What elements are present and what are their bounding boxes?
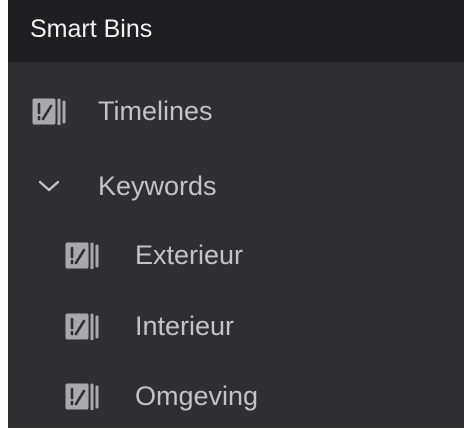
smart-bin-omgeving[interactable]: Omgeving: [8, 368, 464, 424]
panel-title: Smart Bins: [30, 15, 153, 43]
smart-bins-panel: Smart Bins Timelines Keywords Exterieur …: [8, 0, 464, 428]
smart-bin-icon: [65, 313, 99, 340]
chevron-down-icon[interactable]: [37, 178, 61, 194]
smart-bin-exterieur[interactable]: Exterieur: [8, 227, 464, 283]
smart-bin-icon: [65, 383, 99, 410]
keywords-label: Keywords: [98, 171, 217, 201]
smart-bin-timelines[interactable]: Timelines: [8, 83, 464, 139]
smart-bin-label: Exterieur: [135, 240, 244, 270]
smart-bin-label: Timelines: [98, 96, 213, 126]
smart-bin-icon: [65, 242, 99, 269]
smart-bin-label: Interieur: [135, 311, 235, 341]
smart-bin-icon: [32, 98, 66, 125]
smart-bin-interieur[interactable]: Interieur: [8, 298, 464, 354]
screenshot-frame: Smart Bins Timelines Keywords Exterieur …: [0, 0, 464, 428]
panel-header: Smart Bins: [8, 0, 464, 62]
keywords-group[interactable]: Keywords: [8, 158, 464, 214]
smart-bin-label: Omgeving: [135, 381, 259, 411]
